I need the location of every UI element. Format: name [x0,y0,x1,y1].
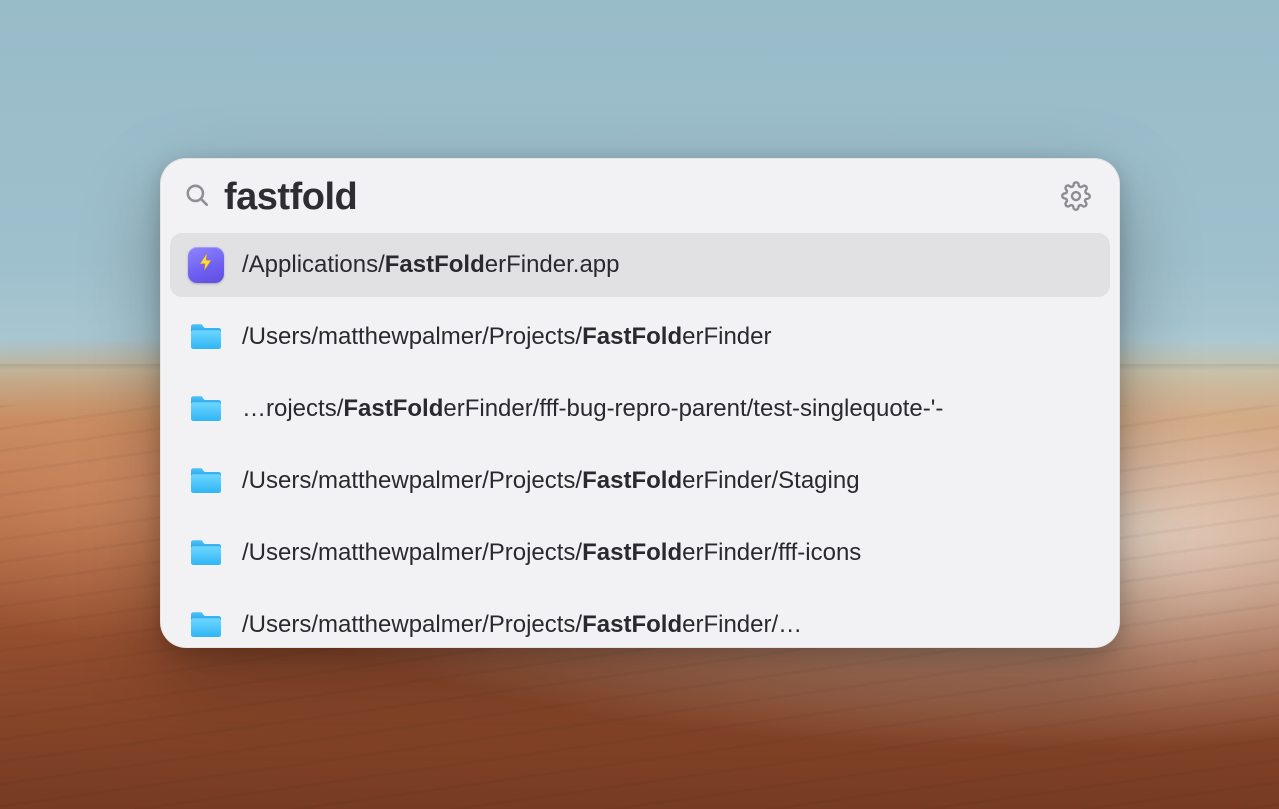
results-list: /Applications/FastFolderFinder.app /User… [160,233,1120,648]
folder-icon [188,607,224,643]
result-row[interactable]: …rojects/FastFolderFinder/fff-bug-repro-… [170,377,1110,441]
settings-button[interactable] [1056,178,1096,218]
result-path: /Applications/FastFolderFinder.app [242,251,1092,279]
search-row [160,158,1120,233]
result-path: /Users/matthewpalmer/Projects/FastFolder… [242,467,1092,495]
result-path: /Users/matthewpalmer/Projects/FastFolder… [242,611,1092,639]
gear-icon [1061,181,1091,214]
result-path: /Users/matthewpalmer/Projects/FastFolder… [242,323,1092,351]
app-icon [188,247,224,283]
folder-icon [188,463,224,499]
result-path: …rojects/FastFolderFinder/fff-bug-repro-… [242,395,1092,423]
result-path: /Users/matthewpalmer/Projects/FastFolder… [242,539,1092,567]
launcher-panel: /Applications/FastFolderFinder.app /User… [160,158,1120,648]
result-row[interactable]: /Users/matthewpalmer/Projects/FastFolder… [170,521,1110,585]
folder-icon [188,319,224,355]
result-row[interactable]: /Applications/FastFolderFinder.app [170,233,1110,297]
search-icon [184,182,210,213]
result-row[interactable]: /Users/matthewpalmer/Projects/FastFolder… [170,449,1110,513]
result-row[interactable]: /Users/matthewpalmer/Projects/FastFolder… [170,593,1110,648]
lightning-icon [196,251,216,279]
folder-icon [188,391,224,427]
folder-icon [188,535,224,571]
search-input[interactable] [224,176,1042,219]
result-row[interactable]: /Users/matthewpalmer/Projects/FastFolder… [170,305,1110,369]
